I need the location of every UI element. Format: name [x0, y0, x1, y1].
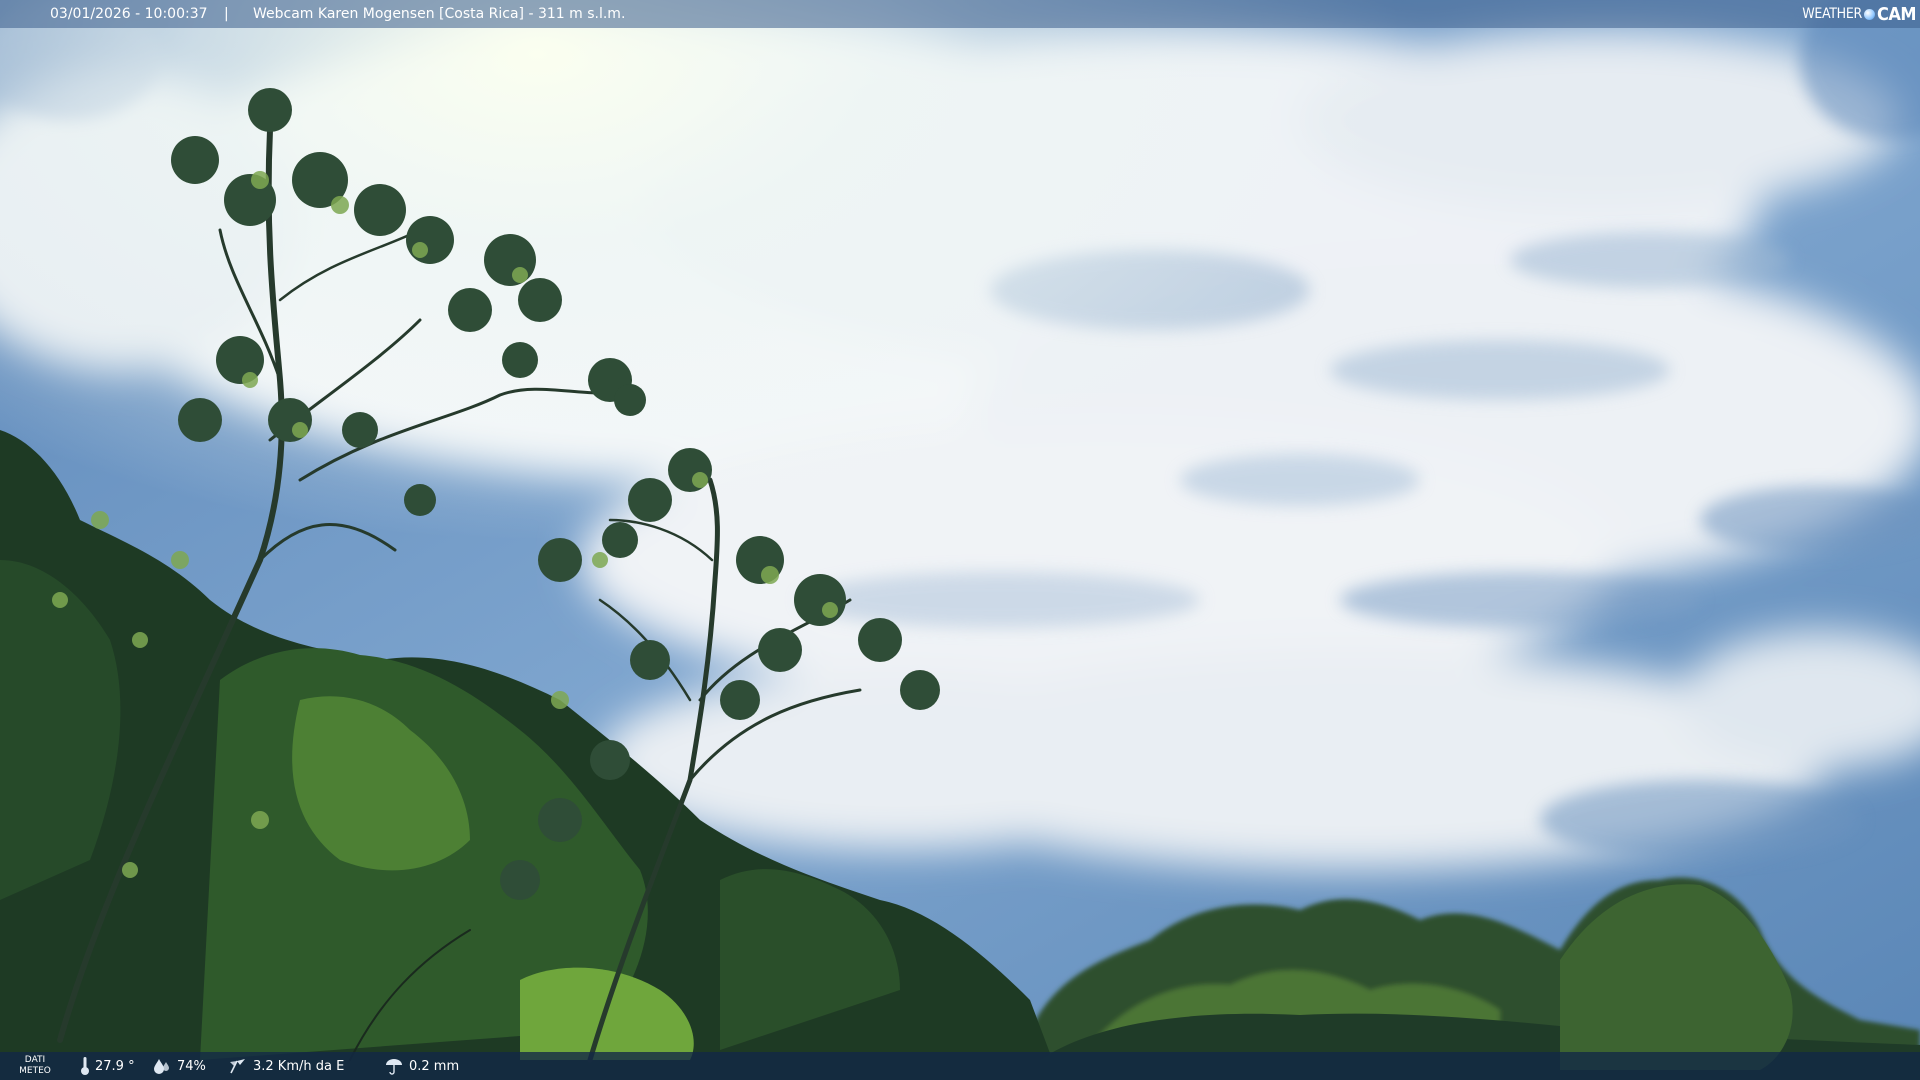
landscape-scene	[0, 0, 1920, 1080]
camera-label: Webcam Karen Mogensen [Costa Rica] - 311…	[253, 6, 626, 22]
temperature-readout: 27.9 °	[80, 1052, 135, 1080]
rain-icon	[386, 1059, 402, 1075]
weather-section-label-line2: METEO	[19, 1066, 51, 1076]
timestamp: 03/01/2026 - 10:00:37	[50, 6, 208, 22]
rain-value: 0.2 mm	[409, 1058, 460, 1074]
rain-readout: 0.2 mm	[384, 1052, 459, 1080]
logo-cam-text: CAM	[1876, 3, 1917, 25]
temperature-value: 27.9 °	[95, 1058, 135, 1074]
separator: |	[224, 6, 229, 22]
humidity-value: 74%	[177, 1058, 206, 1074]
humidity-icon	[154, 1059, 169, 1074]
humidity-readout: 74%	[152, 1052, 206, 1080]
webcam-image	[0, 0, 1920, 1080]
thermometer-icon	[81, 1057, 89, 1075]
wind-value: 3.2 Km/h da E	[253, 1058, 345, 1074]
weather-section-label: DATI METEO	[14, 1055, 56, 1077]
weathercam-logo: WEATHER CAM	[1802, 2, 1916, 26]
logo-weather-text: WEATHER	[1802, 6, 1862, 22]
wind-icon	[230, 1059, 245, 1074]
weather-data-bar: DATI METEO 27.9 ° 74% 3.2 Km/h da E 0.2 …	[0, 1052, 1920, 1080]
top-info-bar: 03/01/2026 - 10:00:37 | Webcam Karen Mog…	[0, 0, 1920, 28]
logo-globe-icon	[1863, 8, 1875, 20]
wind-readout: 3.2 Km/h da E	[228, 1052, 344, 1080]
weather-section-label-line1: DATI	[24, 1055, 46, 1065]
